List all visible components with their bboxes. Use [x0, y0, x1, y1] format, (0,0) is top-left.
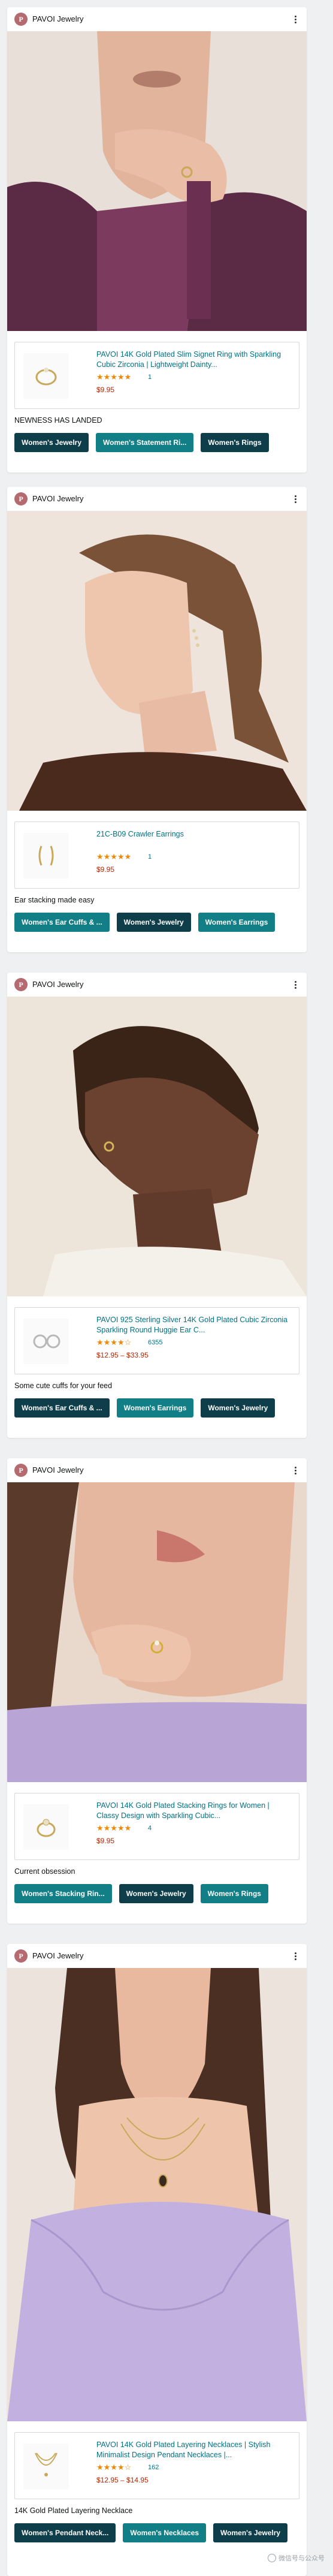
- portrait-woman-profile-huggie-earrings: [7, 997, 307, 1296]
- product-thumbnail[interactable]: [23, 1319, 69, 1364]
- category-chip[interactable]: Women's Earrings: [116, 1398, 194, 1418]
- post-image[interactable]: [7, 31, 307, 331]
- watermark: 微信号与公众号: [268, 2553, 325, 2563]
- post-image[interactable]: [7, 1482, 307, 1782]
- category-chips: Women's Stacking Rin... Women's Jewelry …: [14, 1884, 299, 1903]
- post-caption: Current obsession: [14, 1867, 75, 1876]
- category-chips: Women's Pendant Neck... Women's Necklace…: [14, 2523, 299, 2542]
- post-image[interactable]: [7, 997, 307, 1296]
- category-chips: Women's Ear Cuffs & ... Women's Earrings…: [14, 1398, 299, 1418]
- category-chip[interactable]: Women's Rings: [200, 1884, 268, 1903]
- brand-name[interactable]: PAVOI Jewelry: [32, 494, 83, 503]
- post-image[interactable]: [7, 1968, 307, 2421]
- category-chips: Women's Jewelry Women's Statement Ri... …: [14, 433, 299, 452]
- rating-count[interactable]: 4: [148, 1825, 152, 1832]
- post-caption: Ear stacking made easy: [14, 896, 95, 904]
- rating-count[interactable]: 1: [148, 374, 152, 381]
- category-chip[interactable]: Women's Ear Cuffs & ...: [14, 1398, 110, 1418]
- brand-avatar[interactable]: P: [14, 1949, 28, 1963]
- category-chips: Women's Ear Cuffs & ... Women's Jewelry …: [14, 913, 299, 932]
- product-price: $12.95 – $14.95: [96, 2476, 149, 2484]
- post-card: P PAVOI Jewelry PAVOI 925 Sterling Silve…: [7, 973, 307, 1438]
- post-feed: P PAVOI Jewelry PAVOI 14K Gold Plated Sl…: [0, 0, 333, 2576]
- product-price: $9.95: [96, 386, 115, 394]
- product-thumbnail[interactable]: [23, 1804, 69, 1850]
- rating-count[interactable]: 6355: [148, 1339, 162, 1346]
- category-chip[interactable]: Women's Jewelry: [116, 913, 191, 932]
- brand-avatar[interactable]: P: [14, 978, 28, 991]
- brand-name[interactable]: PAVOI Jewelry: [32, 14, 83, 23]
- portrait-woman-ponytail-ear-crawler: [7, 511, 307, 811]
- product-thumbnail[interactable]: [23, 353, 69, 399]
- rating-count[interactable]: 1: [148, 853, 152, 860]
- post-caption: Some cute cuffs for your feed: [14, 1382, 113, 1390]
- post-caption: NEWNESS HAS LANDED: [14, 416, 102, 425]
- post-header: P PAVOI Jewelry: [7, 973, 307, 997]
- post-card: P PAVOI Jewelry PAVOI 14K Gold Plated La…: [7, 1944, 307, 2576]
- watermark-icon: [268, 2554, 276, 2562]
- post-card: P PAVOI Jewelry PAVOI 14K Gold Plated Sl…: [7, 7, 307, 473]
- product-card[interactable]: PAVOI 14K Gold Plated Stacking Rings for…: [14, 1793, 299, 1860]
- category-chip[interactable]: Women's Pendant Neck...: [14, 2523, 116, 2542]
- category-chip[interactable]: Women's Jewelry: [14, 433, 89, 452]
- category-chip[interactable]: Women's Statement Ri...: [96, 433, 194, 452]
- category-chip[interactable]: Women's Necklaces: [123, 2523, 207, 2542]
- woman-lavender-top-layered-necklaces: [7, 1968, 307, 2421]
- post-image[interactable]: [7, 511, 307, 811]
- rating-stars-icon: ★★★★★: [96, 372, 132, 381]
- post-header: P PAVOI Jewelry: [7, 1458, 307, 1482]
- product-title[interactable]: 21C-B09 Crawler Earrings: [96, 829, 292, 839]
- brand-avatar[interactable]: P: [14, 1464, 28, 1477]
- category-chip[interactable]: Women's Jewelry: [201, 1398, 276, 1418]
- product-title[interactable]: PAVOI 14K Gold Plated Slim Signet Ring w…: [96, 350, 292, 370]
- brand-name[interactable]: PAVOI Jewelry: [32, 980, 83, 989]
- brand-name[interactable]: PAVOI Jewelry: [32, 1951, 83, 1960]
- product-card[interactable]: 21C-B09 Crawler Earrings ★★★★★ 1 $9.95: [14, 821, 299, 889]
- product-card[interactable]: PAVOI 14K Gold Plated Layering Necklaces…: [14, 2432, 299, 2499]
- category-chip[interactable]: Women's Rings: [201, 433, 269, 452]
- brand-avatar[interactable]: P: [14, 13, 28, 26]
- category-chip[interactable]: Women's Jewelry: [213, 2523, 288, 2542]
- closeup-hand-stacking-rings: [7, 1482, 307, 1782]
- rating-stars-icon: ★★★★★: [96, 852, 132, 861]
- more-options-icon[interactable]: [292, 979, 298, 991]
- post-header: P PAVOI Jewelry: [7, 1944, 307, 1968]
- more-options-icon[interactable]: [292, 1464, 298, 1476]
- watermark-text: 微信号与公众号: [278, 2555, 325, 2562]
- post-card: P PAVOI Jewelry 21C-B09 Crawler Earrings…: [7, 487, 307, 952]
- product-title[interactable]: PAVOI 925 Sterling Silver 14K Gold Plate…: [96, 1315, 292, 1335]
- more-options-icon[interactable]: [292, 1950, 298, 1962]
- brand-name[interactable]: PAVOI Jewelry: [32, 1465, 83, 1474]
- product-price: $12.95 – $33.95: [96, 1351, 149, 1359]
- post-header: P PAVOI Jewelry: [7, 487, 307, 511]
- category-chip[interactable]: Women's Jewelry: [119, 1884, 193, 1903]
- category-chip[interactable]: Women's Earrings: [198, 913, 276, 932]
- rating-stars-icon: ★★★★☆: [96, 1338, 132, 1347]
- product-price: $9.95: [96, 865, 115, 874]
- more-options-icon[interactable]: [292, 13, 298, 25]
- product-card[interactable]: PAVOI 14K Gold Plated Slim Signet Ring w…: [14, 342, 299, 409]
- product-thumbnail[interactable]: [23, 833, 69, 878]
- brand-avatar[interactable]: P: [14, 492, 28, 505]
- post-card: P PAVOI Jewelry PAVOI 14K Gold Plated St…: [7, 1458, 307, 1924]
- post-header: P PAVOI Jewelry: [7, 7, 307, 31]
- rating-count[interactable]: 162: [148, 2464, 159, 2471]
- category-chip[interactable]: Women's Stacking Rin...: [14, 1884, 112, 1903]
- product-thumbnail[interactable]: [23, 2443, 69, 2489]
- portrait-woman-burgundy-blazer-ring: [7, 31, 307, 331]
- post-caption: 14K Gold Plated Layering Necklace: [14, 2506, 133, 2515]
- rating-stars-icon: ★★★★★: [96, 1823, 132, 1832]
- product-title[interactable]: PAVOI 14K Gold Plated Stacking Rings for…: [96, 1801, 292, 1821]
- product-title[interactable]: PAVOI 14K Gold Plated Layering Necklaces…: [96, 2440, 292, 2460]
- more-options-icon[interactable]: [292, 493, 298, 505]
- category-chip[interactable]: Women's Ear Cuffs & ...: [14, 913, 110, 932]
- product-card[interactable]: PAVOI 925 Sterling Silver 14K Gold Plate…: [14, 1307, 299, 1374]
- rating-stars-icon: ★★★★☆: [96, 2463, 132, 2472]
- product-price: $9.95: [96, 1837, 115, 1845]
